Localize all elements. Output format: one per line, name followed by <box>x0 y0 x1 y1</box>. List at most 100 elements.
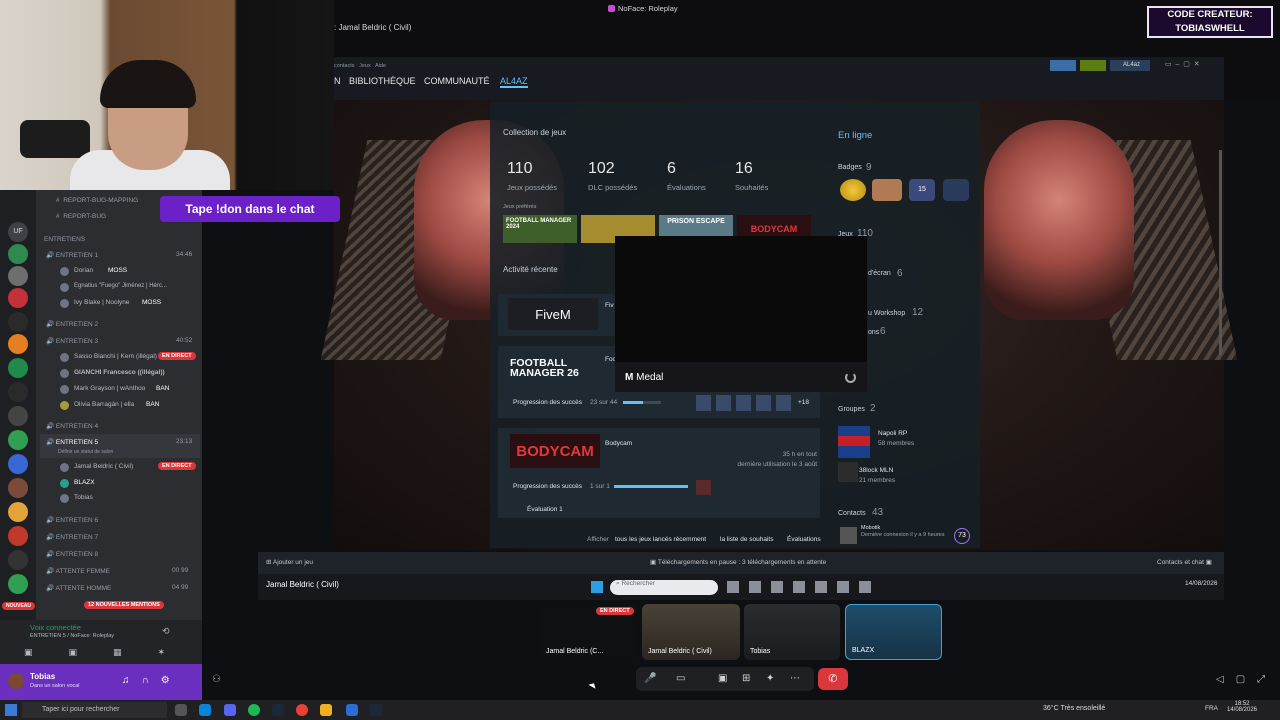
windows-start-icon[interactable] <box>591 581 603 593</box>
explorer-icon[interactable] <box>320 704 332 716</box>
os-clock[interactable]: 18:52 14/08/2026 <box>1222 701 1262 713</box>
badge-icon[interactable] <box>872 179 902 201</box>
category-entretiens[interactable]: ENTRETIENS <box>44 236 85 243</box>
user-avatar[interactable] <box>60 299 69 308</box>
reviews-label[interactable]: ons <box>868 329 879 336</box>
voice-user[interactable]: Egnatius "Fuego" Jiménez | Hérc... <box>74 283 167 289</box>
nav-communaute[interactable]: COMMUNAUTÉ <box>424 76 490 86</box>
achievement-icon[interactable] <box>696 480 711 495</box>
footer-link-reviews[interactable]: Évaluations <box>787 536 821 543</box>
camera-icon[interactable]: ▭ <box>676 673 685 684</box>
contact-avatar[interactable] <box>840 527 857 544</box>
server-icon[interactable] <box>8 288 28 308</box>
voice-user[interactable]: Tobias <box>74 494 93 501</box>
voice-channel[interactable]: 🔊 ENTRETIEN 4 <box>46 422 98 430</box>
badges-label[interactable]: Badges <box>838 164 862 171</box>
achievement-icons[interactable] <box>696 395 792 411</box>
voice-user[interactable]: Dorian <box>74 267 93 274</box>
view-controls[interactable]: ◁▢⤢ <box>1216 674 1277 685</box>
user-avatar[interactable] <box>60 463 69 472</box>
server-icon[interactable] <box>8 454 28 474</box>
voice-user[interactable]: Mark Grayson | wAnthoo <box>74 385 145 392</box>
activities-icon[interactable]: ⊞ <box>742 673 750 684</box>
server-icon[interactable] <box>8 334 28 354</box>
server-icon[interactable] <box>8 244 28 264</box>
server-icon[interactable] <box>8 406 28 426</box>
inner-taskbar-apps[interactable] <box>727 581 877 593</box>
store-button[interactable] <box>1080 60 1106 71</box>
group-name[interactable]: Napoli RP <box>878 430 907 437</box>
workshop-label[interactable]: u Workshop <box>868 310 905 317</box>
participant-tile[interactable]: Jamal Beldric ( Civil) <box>642 604 740 660</box>
stat-dlc-value[interactable]: 102 <box>588 160 615 178</box>
nav-store[interactable]: N <box>334 76 341 86</box>
nav-bibliotheque[interactable]: BIBLIOTHÈQUE <box>349 76 416 86</box>
server-icon[interactable] <box>8 358 28 378</box>
footer-link-wishlist[interactable]: la liste de souhaits <box>720 536 773 543</box>
steam-icon[interactable] <box>370 704 382 716</box>
user-avatar[interactable] <box>60 353 69 362</box>
screen-share-icon[interactable]: ▣ <box>718 673 727 684</box>
user-controls[interactable]: ♫∩⚙ <box>122 675 182 686</box>
screenshots-label[interactable]: d'écran <box>868 270 891 277</box>
contacts-chat-button[interactable]: Contacts et chat ▣ <box>1157 558 1212 566</box>
keyboard-language[interactable]: FRA <box>1205 705 1218 712</box>
voice-channel[interactable]: 🔊 ATTENTE FEMME <box>46 567 110 575</box>
group-avatar-napoli[interactable] <box>838 426 870 458</box>
user-avatar[interactable] <box>60 283 69 292</box>
voice-status[interactable]: Voix connectée <box>30 623 81 632</box>
downloads-status[interactable]: ▣ Téléchargements en pause : 3 télécharg… <box>650 558 826 566</box>
more-options-icon[interactable]: ⋯ <box>790 673 800 684</box>
user-name[interactable]: Tobias <box>30 672 55 681</box>
voice-channel[interactable]: 🔊 ENTRETIEN 6 <box>46 516 98 524</box>
voice-user[interactable]: Jamal Beldric ( Civil) <box>74 463 133 470</box>
group-avatar[interactable] <box>838 462 858 482</box>
user-avatar[interactable] <box>60 267 69 276</box>
stat-reviews-value[interactable]: 6 <box>667 160 676 178</box>
voice-channel[interactable]: 🔊 ENTRETIEN 3 <box>46 337 98 345</box>
add-game-button[interactable]: ⊞ Ajouter un jeu <box>266 558 313 566</box>
hang-up-button[interactable]: ✆ <box>818 668 848 690</box>
voice-user[interactable]: BLAZX <box>74 479 95 486</box>
weather-widget[interactable]: 36°C Très ensoleillé <box>1043 705 1105 712</box>
badge-icon[interactable] <box>943 179 969 201</box>
soundboard-icon[interactable]: ✦ <box>766 673 774 684</box>
server-icon[interactable] <box>8 574 28 594</box>
groups-label[interactable]: Groupes <box>838 406 865 413</box>
user-avatar[interactable] <box>60 369 69 378</box>
voice-channel[interactable]: 🔊 ENTRETIEN 1 <box>46 251 98 259</box>
spotify-icon[interactable] <box>248 704 260 716</box>
server-icon[interactable] <box>8 550 28 570</box>
nav-contacts[interactable]: contacts <box>334 63 354 69</box>
add-user-icon[interactable]: ⚇ <box>212 674 221 685</box>
voice-channel[interactable]: 🔊 ENTRETIEN 8 <box>46 550 98 558</box>
server-icon[interactable] <box>8 526 28 546</box>
user-avatar[interactable] <box>60 401 69 410</box>
scrollbar[interactable] <box>1219 150 1222 355</box>
user-avatar[interactable] <box>60 479 69 488</box>
voice-user[interactable]: Olivia Barragán | ella <box>74 401 134 408</box>
contact-name[interactable]: Mobotik <box>861 525 880 531</box>
inner-search-box[interactable]: ⌕ Rechercher <box>610 580 718 595</box>
participant-tile[interactable]: Tobias <box>744 604 840 660</box>
voice-channel-active[interactable]: 🔊 ENTRETIEN 5 <box>46 438 98 446</box>
notification-button[interactable] <box>1050 60 1076 71</box>
voice-channel-path[interactable]: ENTRETIEN 5 / NoFace: Roleplay <box>30 633 114 639</box>
badge-icon[interactable] <box>840 179 866 201</box>
bodycam-logo[interactable]: BODYCAM <box>510 434 600 468</box>
channel-report-bug[interactable]: # REPORT-BUG <box>56 213 106 220</box>
voice-channel[interactable]: 🔊 ENTRETIEN 7 <box>46 533 98 541</box>
stat-games-value[interactable]: 110 <box>507 160 533 178</box>
mic-icon[interactable]: 🎤 <box>644 673 656 684</box>
stat-wishlist-value[interactable]: 16 <box>735 160 753 178</box>
user-avatar[interactable] <box>60 385 69 394</box>
account-menu[interactable]: AL4az <box>1110 60 1150 71</box>
contacts-label[interactable]: Contacts <box>838 510 866 517</box>
footer-link-recent[interactable]: tous les jeux lancés récemment <box>615 536 706 543</box>
nav-profile[interactable]: AL4AZ <box>500 76 528 88</box>
more-achievements[interactable]: +18 <box>798 399 809 406</box>
channel-report-bug-mapping[interactable]: # REPORT-BUG-MAPPING <box>56 197 138 204</box>
user-avatar[interactable] <box>60 494 69 503</box>
voice-channel[interactable]: 🔊 ATTENTE HOMME <box>46 584 111 592</box>
nav-aide[interactable]: Aide <box>375 63 386 69</box>
